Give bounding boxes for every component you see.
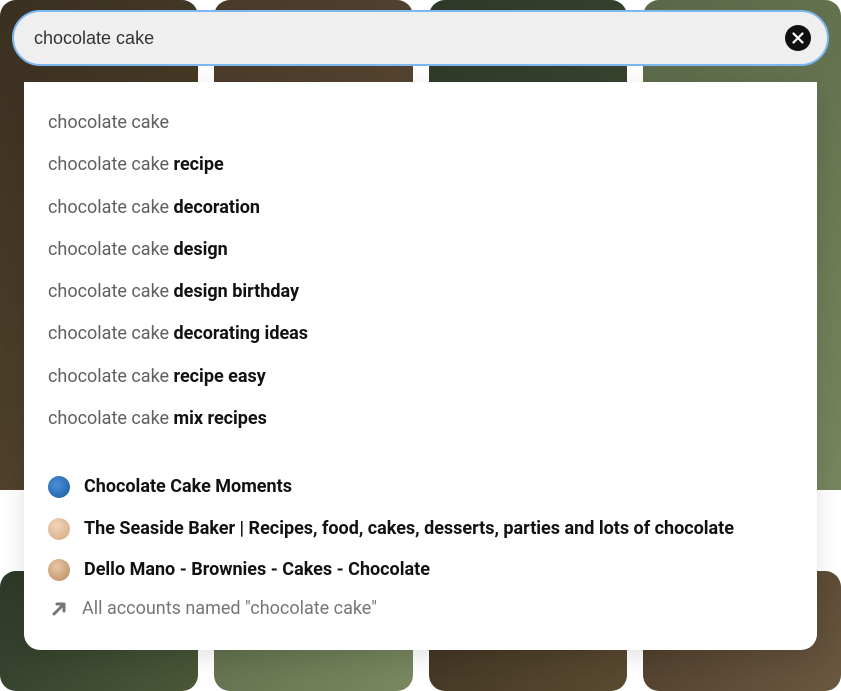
search-input[interactable] bbox=[30, 28, 785, 49]
suggestion-prefix: chocolate cake bbox=[48, 112, 169, 133]
search-suggestion[interactable]: chocolate cake decoration bbox=[24, 187, 817, 229]
suggestion-suffix: decoration bbox=[174, 197, 260, 218]
search-container: chocolate cakechocolate cake recipechoco… bbox=[12, 10, 829, 66]
all-accounts-link[interactable]: All accounts named "chocolate cake" bbox=[24, 590, 817, 628]
search-suggestion[interactable]: chocolate cake recipe bbox=[24, 144, 817, 186]
account-suggestion[interactable]: Chocolate Cake Moments bbox=[24, 466, 817, 507]
account-suggestion[interactable]: Dello Mano - Brownies - Cakes - Chocolat… bbox=[24, 549, 817, 590]
suggestion-prefix: chocolate cake bbox=[48, 408, 174, 429]
suggestion-prefix: chocolate cake bbox=[48, 197, 174, 218]
suggestion-suffix: decorating ideas bbox=[174, 323, 309, 344]
suggestion-suffix: recipe bbox=[174, 154, 224, 175]
avatar bbox=[48, 476, 70, 498]
avatar bbox=[48, 559, 70, 581]
suggestion-prefix: chocolate cake bbox=[48, 281, 174, 302]
all-accounts-label: All accounts named "chocolate cake" bbox=[82, 598, 377, 619]
account-name: Dello Mano - Brownies - Cakes - Chocolat… bbox=[84, 557, 793, 582]
close-icon bbox=[792, 32, 804, 44]
suggestion-suffix: design birthday bbox=[174, 281, 300, 302]
suggestion-suffix: mix recipes bbox=[174, 408, 267, 429]
search-suggestion[interactable]: chocolate cake recipe easy bbox=[24, 356, 817, 398]
search-suggestion[interactable]: chocolate cake design bbox=[24, 229, 817, 271]
suggestion-suffix: design bbox=[174, 239, 228, 260]
account-suggestion[interactable]: The Seaside Baker | Recipes, food, cakes… bbox=[24, 508, 817, 549]
search-dropdown: chocolate cakechocolate cake recipechoco… bbox=[24, 82, 817, 650]
account-name: The Seaside Baker | Recipes, food, cakes… bbox=[84, 516, 793, 541]
search-suggestion[interactable]: chocolate cake mix recipes bbox=[24, 398, 817, 440]
search-suggestion[interactable]: chocolate cake design birthday bbox=[24, 271, 817, 313]
clear-search-button[interactable] bbox=[785, 25, 811, 51]
suggestion-prefix: chocolate cake bbox=[48, 239, 174, 260]
search-box[interactable] bbox=[12, 10, 829, 66]
search-suggestion[interactable]: chocolate cake bbox=[24, 102, 817, 144]
arrow-up-right-icon bbox=[48, 598, 70, 620]
suggestion-suffix: recipe easy bbox=[174, 366, 266, 387]
suggestion-prefix: chocolate cake bbox=[48, 366, 174, 387]
account-name: Chocolate Cake Moments bbox=[84, 474, 793, 499]
suggestion-prefix: chocolate cake bbox=[48, 323, 174, 344]
avatar bbox=[48, 518, 70, 540]
suggestion-prefix: chocolate cake bbox=[48, 154, 174, 175]
search-suggestion[interactable]: chocolate cake decorating ideas bbox=[24, 313, 817, 355]
